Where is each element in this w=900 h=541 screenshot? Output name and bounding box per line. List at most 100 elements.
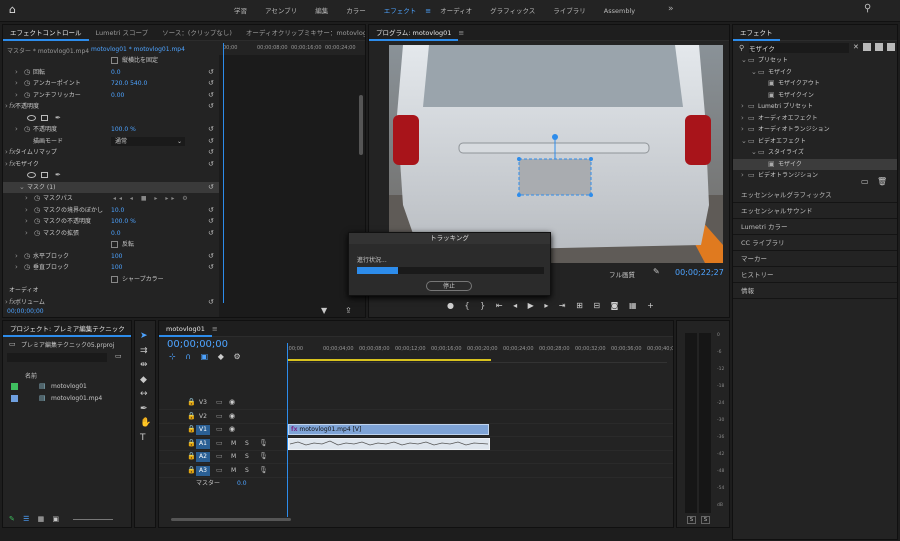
ellipse-mask-icon[interactable] (27, 172, 36, 178)
tab-project[interactable]: プロジェクト: プレミア編集テクニック (3, 321, 131, 337)
camera-icon[interactable]: ◙ (611, 301, 619, 310)
stopwatch-icon[interactable]: ◷ (24, 90, 30, 101)
tab-effect-controls-0[interactable]: エフェクトコントロール (3, 25, 89, 41)
compare-icon[interactable]: ▦ (629, 301, 637, 310)
solo-right[interactable]: S (701, 516, 710, 524)
effect-value[interactable]: 100 (111, 251, 122, 262)
eye-icon[interactable]: ◉ (229, 397, 235, 408)
track-label[interactable]: A3 (196, 465, 210, 476)
add-icon[interactable]: + (647, 301, 654, 310)
effect-value[interactable]: 0.00 (111, 90, 124, 101)
effect-label[interactable]: ボリューム (15, 297, 45, 308)
timeline-scrollbar[interactable] (171, 518, 291, 521)
workspace-tab[interactable]: ライブラリ (544, 0, 595, 22)
reset-icon[interactable]: ↺ (208, 67, 214, 78)
ec-playhead[interactable] (223, 43, 224, 303)
effect-label[interactable]: モザイク (15, 159, 39, 170)
export-icon[interactable]: ⇪ (345, 306, 352, 315)
insert-icon[interactable]: ⊞ (576, 301, 583, 310)
lock-icon[interactable]: 🔒 (187, 411, 196, 422)
chevron-right-icon[interactable]: › (741, 101, 744, 112)
expand-icon[interactable]: › (5, 101, 8, 112)
project-search[interactable] (7, 353, 107, 362)
video-frame[interactable] (389, 45, 723, 263)
workspace-tab[interactable]: 編集 (306, 0, 337, 22)
lock-icon[interactable]: 🔒 (187, 424, 196, 435)
panel-header[interactable]: ヒストリー (733, 267, 897, 283)
reset-icon[interactable]: ↺ (208, 228, 214, 239)
list-view-icon[interactable]: ☰ (23, 515, 29, 523)
track-label[interactable]: A1 (196, 438, 210, 449)
workspace-tab[interactable]: カラー (337, 0, 375, 22)
effect-label[interactable]: 不透明度 (15, 101, 39, 112)
ripple-edit-icon[interactable]: ⇹ (140, 358, 151, 373)
reset-icon[interactable]: ↺ (208, 124, 214, 135)
chevron-right-icon[interactable]: › (741, 113, 744, 124)
solo-button[interactable]: S (245, 438, 249, 449)
effect-value[interactable]: 100.0 % (111, 124, 136, 135)
home-icon[interactable]: ⌂ (9, 3, 16, 16)
lock-icon[interactable]: 🔒 (187, 397, 196, 408)
panel-header[interactable]: 情報 (733, 283, 897, 299)
stopwatch-icon[interactable]: ◷ (34, 205, 40, 216)
reset-icon[interactable]: ↺ (208, 251, 214, 262)
track-select-icon[interactable]: ⇉ (140, 344, 151, 359)
yuv-icon[interactable] (887, 43, 895, 51)
effect-value[interactable]: 100.0 % (111, 216, 136, 227)
workspace-tab[interactable]: Assembly (595, 0, 644, 22)
clip-label[interactable]: motovlog01 * motovlog01.mp4 (91, 46, 185, 53)
reset-icon[interactable]: ↺ (208, 297, 214, 308)
reset-icon[interactable]: ↺ (208, 78, 214, 89)
menu-icon[interactable]: ≡ (212, 325, 218, 333)
reset-icon[interactable]: ↺ (208, 216, 214, 227)
expand-icon[interactable]: › (5, 147, 8, 158)
eye-icon[interactable]: ◉ (229, 424, 235, 435)
effect-tree-item[interactable]: › ▭ Lumetri プリセット (733, 101, 897, 112)
chevron-right-icon[interactable]: › (741, 124, 744, 135)
sync-lock-icon[interactable]: ▭ (216, 424, 223, 435)
delete-icon[interactable]: 🗑 (877, 177, 887, 186)
master-value[interactable]: 0.0 (237, 478, 247, 489)
panel-header[interactable]: マーカー (733, 251, 897, 267)
tab-effect-controls-3[interactable]: オーディオクリップミキサー：motovlog (239, 25, 365, 41)
go-in-icon[interactable]: ⇤ (496, 301, 503, 310)
chevron-down-icon[interactable]: ⌄ (741, 55, 747, 66)
snap-icon[interactable]: ∩ (185, 352, 191, 361)
step-back-icon[interactable]: ◂ (513, 301, 517, 310)
effect-value[interactable]: 720.0 540.0 (111, 78, 147, 89)
icon-view-icon[interactable]: ▦ (38, 515, 45, 523)
chevron-right-icon[interactable]: › (741, 170, 744, 181)
expand-icon[interactable]: › (15, 124, 18, 135)
freeform-icon[interactable]: ▣ (52, 515, 59, 523)
sync-lock-icon[interactable]: ▭ (216, 397, 223, 408)
workspace-more[interactable]: » (668, 4, 674, 14)
expand-icon[interactable]: › (25, 205, 28, 216)
step-forward-icon[interactable]: ▸ (544, 301, 548, 310)
track-label[interactable]: V2 (196, 412, 210, 422)
chevron-down-icon[interactable]: ⌄ (751, 147, 757, 158)
overwrite-icon[interactable]: ⊟ (593, 301, 600, 310)
lock-icon[interactable]: 🔒 (187, 451, 196, 462)
in-point-icon[interactable]: { (465, 301, 470, 310)
tab-sequence[interactable]: motovlog01 (159, 321, 212, 337)
reset-icon[interactable]: ↺ (208, 136, 214, 147)
hand-icon[interactable]: ✋ (140, 416, 151, 431)
reset-icon[interactable]: ↺ (208, 159, 214, 170)
sync-lock-icon[interactable]: ▭ (216, 451, 223, 462)
mute-button[interactable]: M (231, 465, 236, 476)
sync-lock-icon[interactable]: ▭ (216, 411, 223, 422)
effect-label[interactable]: タイムリマップ (15, 147, 57, 158)
clip-a1[interactable] (288, 438, 490, 450)
stopwatch-icon[interactable]: ◷ (24, 67, 30, 78)
out-point-icon[interactable]: } (480, 301, 485, 310)
project-item[interactable]: ▤ motovlog01.mp4 (3, 393, 123, 404)
accelerated-icon[interactable] (863, 43, 871, 51)
checkbox[interactable] (111, 241, 118, 248)
mic-icon[interactable]: 🎙 (259, 438, 268, 449)
reset-icon[interactable]: ↺ (208, 90, 214, 101)
track-label[interactable]: A2 (196, 452, 210, 462)
effect-tree-item[interactable]: ▣ モザイクイン (733, 90, 897, 101)
play-icon[interactable]: ▶ (528, 301, 534, 310)
timeline-timecode[interactable]: 00;00;00;00 (167, 339, 228, 350)
blend-mode-select[interactable]: 通常 (111, 136, 185, 146)
